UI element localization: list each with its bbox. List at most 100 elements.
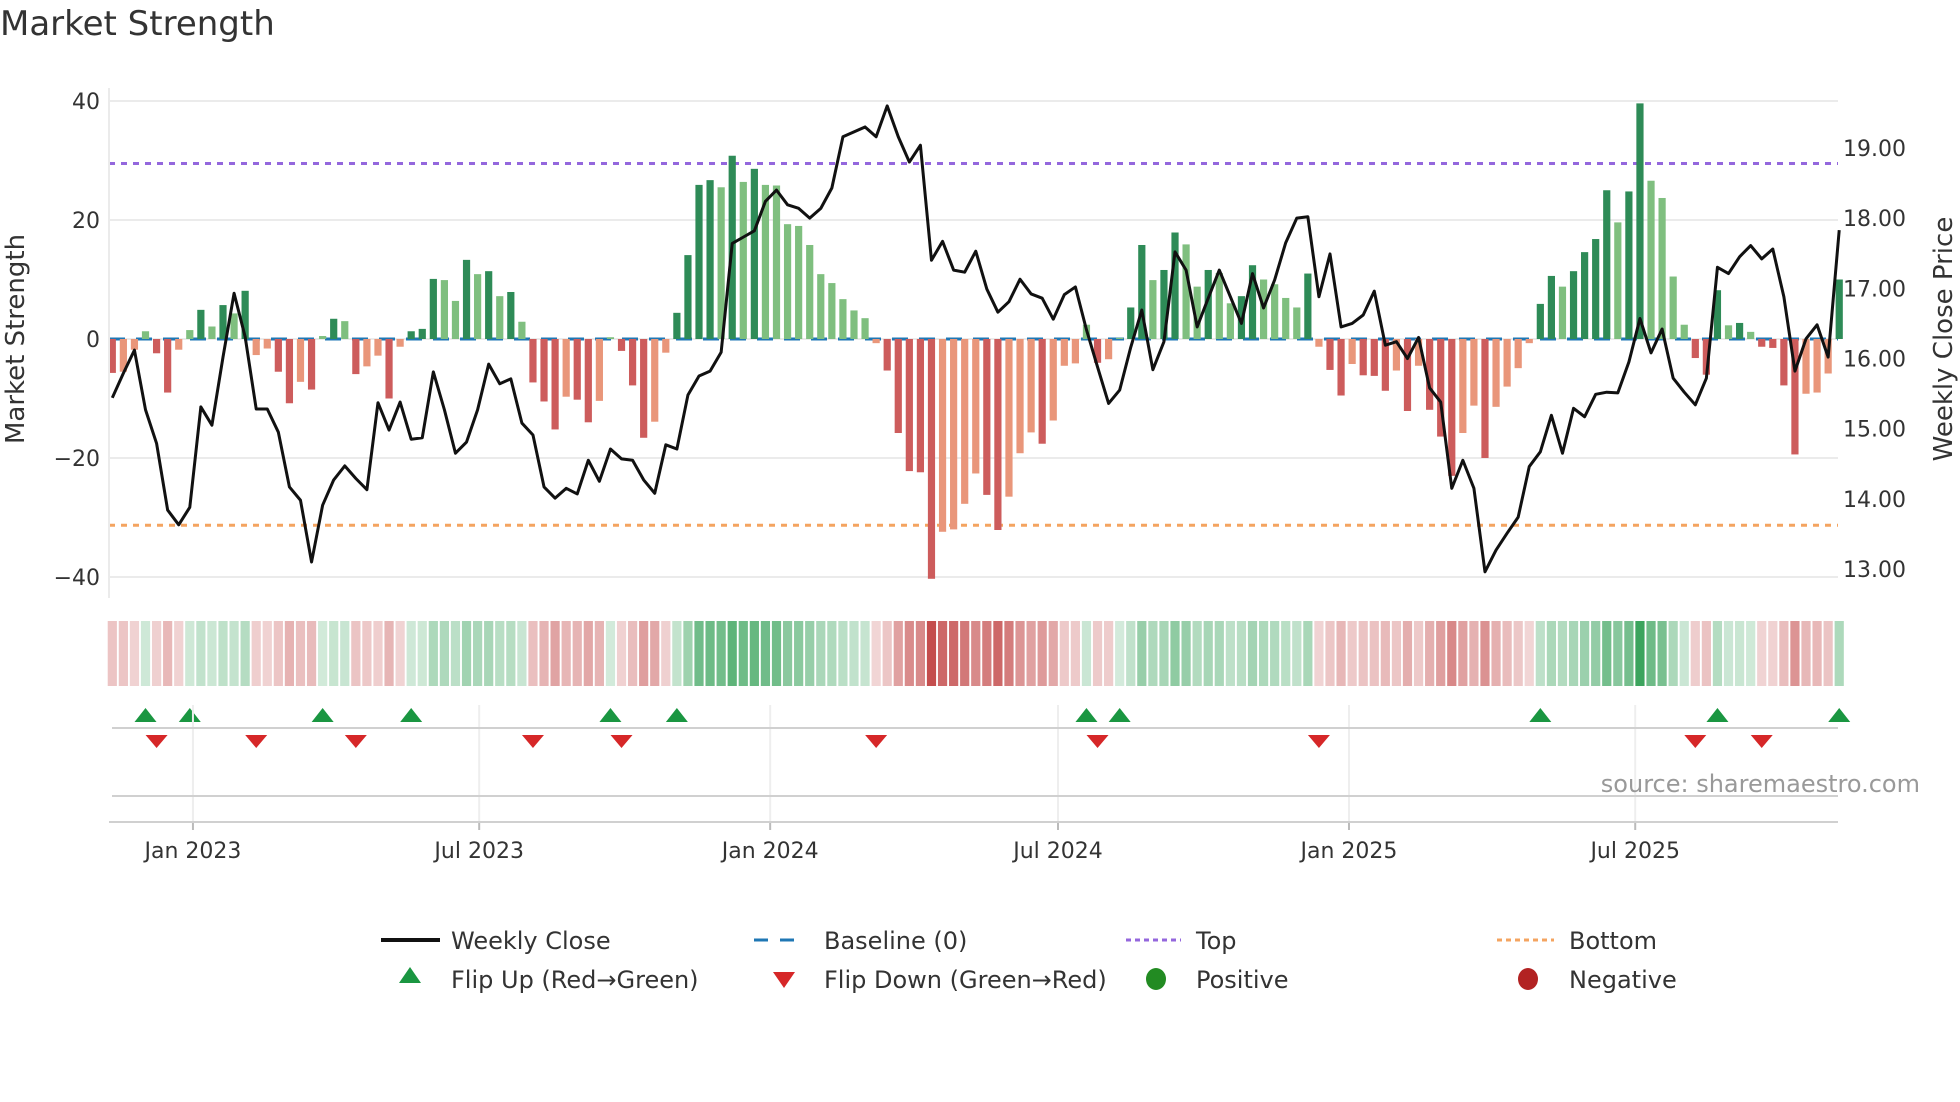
strength-bar [540, 339, 548, 402]
strip-cell [229, 621, 239, 686]
strip-cell [716, 621, 726, 686]
legend-flip-down-icon [773, 972, 795, 988]
strength-bar [551, 339, 559, 430]
market-strength-chart: 40 20 0 −20 −40 19.00 18.00 17.00 16.00 15.00 14.0… [1, 88, 1959, 994]
strip-cell [284, 621, 295, 686]
legend-label: Top [1195, 927, 1237, 955]
strength-bar [307, 339, 316, 390]
strip-cell [594, 621, 604, 686]
strip-cell [1823, 621, 1833, 686]
strength-bar [1370, 339, 1378, 376]
strip-cell [605, 621, 616, 686]
strip-cell [1247, 621, 1258, 686]
strength-bar [1293, 307, 1301, 339]
strength-bar [1337, 339, 1345, 396]
flip-up-marker [1828, 708, 1851, 722]
y2-axis-title: Weekly Close Price [1929, 217, 1959, 462]
strength-bar [894, 339, 902, 434]
strip-cell [1591, 621, 1601, 686]
strength-bar [1614, 222, 1622, 339]
strength-bar [972, 339, 980, 474]
x-tick-label: Jul 2025 [1588, 839, 1680, 864]
strip-cell [373, 621, 383, 686]
strip-cell [727, 621, 737, 686]
strip-cell [140, 621, 151, 686]
strip-cell [982, 621, 992, 686]
strength-bar [352, 339, 360, 375]
strip-cell [495, 621, 505, 686]
strength-bar [994, 339, 1002, 530]
strip-cell [1380, 621, 1390, 686]
strength-bar [141, 331, 150, 339]
strength-bar [1492, 339, 1500, 407]
legend-label: Positive [1196, 966, 1289, 994]
strip-cell [937, 621, 948, 686]
strip-cell [794, 621, 804, 686]
strength-bar [1758, 339, 1766, 347]
strength-bar [905, 339, 913, 472]
strip-cell [1734, 621, 1745, 686]
strip-cell [439, 621, 449, 686]
strength-bar [1459, 339, 1467, 434]
strength-bar [783, 224, 792, 339]
strength-bar [1769, 339, 1777, 348]
strength-bar [152, 339, 161, 354]
strip-cell [129, 621, 140, 686]
flip-up-marker [1075, 708, 1098, 722]
strip-cell [561, 621, 571, 686]
strip-cell [871, 621, 881, 686]
strip-cell [450, 621, 461, 686]
strength-bar [1326, 339, 1334, 370]
legend-positive-icon [1146, 968, 1166, 990]
y2-tick-label: 14.00 [1843, 488, 1906, 513]
strength-bar [950, 339, 958, 530]
strip-cell [461, 621, 472, 686]
strip-cell [1281, 621, 1291, 686]
strip-cell [473, 621, 483, 686]
strip-cell [351, 621, 361, 686]
y-tick-label: −20 [54, 447, 100, 472]
flip-down-marker [1086, 735, 1109, 748]
flip-down-marker [1684, 735, 1707, 748]
strip-cell [1524, 621, 1534, 686]
strip-cell [1358, 621, 1368, 686]
strength-bar [1105, 339, 1113, 360]
strength-bar [651, 339, 659, 422]
strength-bar [1470, 339, 1478, 406]
strength-bar [1603, 190, 1611, 339]
strip-cell [1458, 621, 1468, 686]
flip-up-marker [311, 708, 334, 722]
strip-cell [738, 621, 748, 686]
strength-bar [772, 185, 781, 339]
strip-cell [251, 621, 261, 686]
strip-cell [1137, 621, 1147, 686]
strip-cell [1347, 621, 1357, 686]
strength-bar [230, 313, 238, 339]
strip-cell [1679, 621, 1689, 686]
strength-bar [1149, 280, 1157, 339]
strip-cell [1668, 621, 1678, 686]
strip-cell [1513, 621, 1523, 686]
strip-cell [528, 621, 538, 686]
strength-bar [673, 312, 681, 339]
strip-cell [1436, 621, 1446, 686]
y2-tick-label: 18.00 [1843, 207, 1906, 232]
strip-cell [1790, 621, 1800, 686]
strip-cell [1447, 621, 1457, 686]
strength-bar [1636, 103, 1644, 339]
strip-cell [1535, 621, 1545, 686]
strip-cell [1502, 621, 1512, 686]
strength-bar [285, 339, 294, 404]
strength-bar [1658, 197, 1666, 339]
strip-cell [1757, 621, 1767, 686]
strip-cell [1723, 621, 1734, 686]
strength-bar [983, 339, 991, 495]
strip-cell [151, 621, 162, 686]
strength-bar [1503, 339, 1511, 387]
strength-bar [662, 339, 670, 353]
strength-bar [263, 339, 271, 349]
strip-cell [1336, 621, 1346, 686]
strength-bar [1547, 275, 1555, 339]
y-tick-label: −40 [54, 566, 100, 591]
strip-cell [1037, 621, 1047, 686]
